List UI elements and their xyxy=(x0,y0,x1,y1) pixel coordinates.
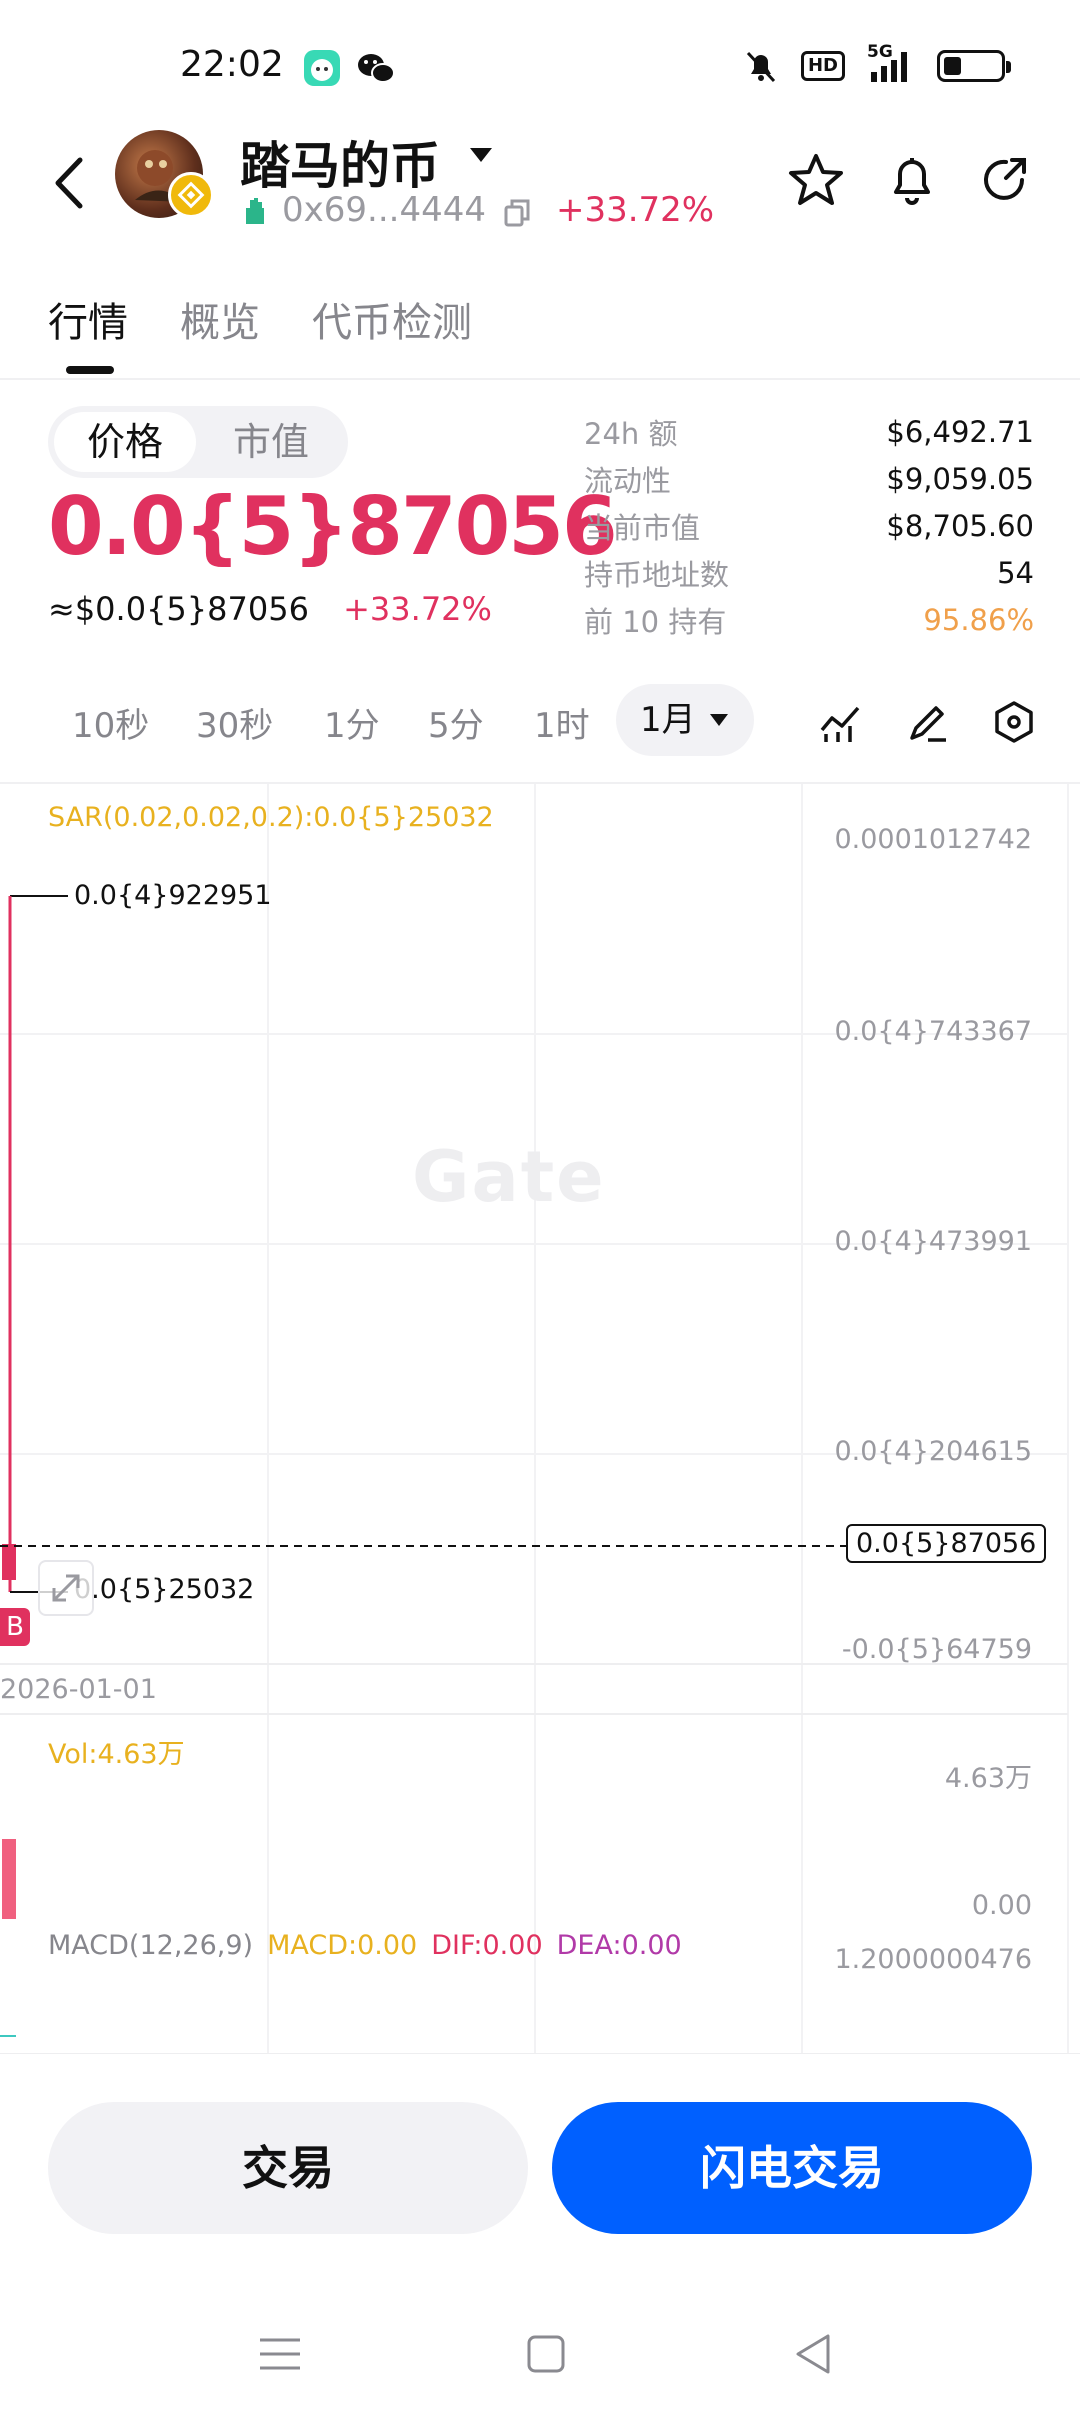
stat-row: 当前市值 $8,705.60 xyxy=(584,502,1034,549)
flash-trade-button[interactable]: 闪电交易 xyxy=(552,2102,1032,2234)
stat-label: 持币地址数 xyxy=(584,557,730,592)
bnb-chain-icon xyxy=(168,172,214,218)
menu-icon[interactable] xyxy=(250,2324,310,2384)
token-change: +33.72% xyxy=(555,190,715,230)
candle-body xyxy=(2,1544,16,1580)
stat-row: 流动性 $9,059.05 xyxy=(584,455,1034,502)
current-price-tag: 0.0{5}87056 xyxy=(846,1524,1047,1563)
status-indicators: HD 5G xyxy=(743,42,1011,84)
y-axis-label: 0.0{4}204615 xyxy=(834,1436,1032,1467)
back-icon[interactable] xyxy=(42,148,98,218)
toggle-market-cap[interactable]: 市值 xyxy=(200,412,342,472)
buy-marker: B xyxy=(0,1608,30,1646)
app-notification-icon xyxy=(304,50,340,86)
macd-legend: MACD(12,26,9) MACD:0.00 DIF:0.00 DEA:0.0… xyxy=(48,1930,682,1961)
macd-title: MACD(12,26,9) xyxy=(48,1930,254,1961)
gate-watermark: Gate xyxy=(412,1136,606,1218)
draw-pen-icon[interactable] xyxy=(906,700,950,744)
interval-selected[interactable]: 1月 xyxy=(616,684,754,756)
stat-label: 当前市值 xyxy=(584,510,701,545)
y-axis-label: 0.0001012742 xyxy=(834,824,1032,855)
stat-value: $9,059.05 xyxy=(886,461,1034,496)
stat-row: 24h 额 $6,492.71 xyxy=(584,408,1034,455)
dif-value: DIF:0.00 xyxy=(431,1930,543,1961)
stat-value: 95.86% xyxy=(923,602,1034,637)
volume-axis-label: 0.00 xyxy=(971,1890,1032,1921)
sar-indicator-label: SAR(0.02,0.02,0.2):0.0{5}25032 xyxy=(48,802,494,833)
interval-10s[interactable]: 10秒 xyxy=(72,698,149,747)
price-change: +33.72% xyxy=(343,590,492,628)
hd-icon: HD xyxy=(800,51,845,81)
stat-value: $6,492.71 xyxy=(886,414,1034,449)
token-subtitle: 0x69...4444 +33.72% xyxy=(240,190,714,230)
macd-axis-label: 1.2000000476 xyxy=(834,1944,1032,1975)
interval-30s[interactable]: 30秒 xyxy=(196,698,273,747)
share-icon[interactable] xyxy=(976,150,1036,210)
interval-1m[interactable]: 1分 xyxy=(324,698,380,747)
current-price: 0.0{5}87056 xyxy=(48,480,618,573)
stat-label: 流动性 xyxy=(584,463,672,498)
copy-icon[interactable] xyxy=(504,196,530,227)
token-name[interactable]: 踏马的币 xyxy=(240,126,440,198)
price-chart[interactable]: Gate SAR(0.02,0.02,0.2):0.0{5}25032 0.00… xyxy=(0,782,1080,2054)
high-price-label: 0.0{4}922951 xyxy=(74,880,272,911)
volume-axis-label: 4.63万 xyxy=(944,1763,1032,1794)
volume-bar xyxy=(2,1839,16,1919)
bell-icon[interactable] xyxy=(882,150,942,210)
back-triangle-icon[interactable] xyxy=(784,2324,844,2384)
settings-hex-icon[interactable] xyxy=(992,700,1036,744)
price-usd: ≈$0.0{5}87056 xyxy=(48,590,309,628)
status-time: 22:02 xyxy=(180,44,284,85)
stat-row: 前 10 持有 95.86% xyxy=(584,596,1034,643)
price-approx-row: ≈$0.0{5}87056 +33.72% xyxy=(48,590,492,628)
caret-down-icon xyxy=(710,714,728,726)
x-axis-date: 2026-01-01 xyxy=(0,1674,157,1705)
main-tabs: 行情 概览 代币检测 xyxy=(0,270,1080,380)
price-mcap-toggle: 价格 市值 xyxy=(48,406,348,478)
tab-indicator xyxy=(66,366,114,374)
status-bar: 22:02 HD 5G xyxy=(0,0,1080,120)
interval-selected-label: 1月 xyxy=(640,700,696,740)
interval-5m[interactable]: 5分 xyxy=(428,698,484,747)
system-nav-bar xyxy=(0,2300,1080,2412)
stat-value: $8,705.60 xyxy=(886,508,1034,543)
y-axis-label: -0.0{5}64759 xyxy=(841,1634,1032,1665)
mute-bell-icon xyxy=(746,51,776,83)
indicator-icon[interactable] xyxy=(818,700,862,744)
y-axis-label: 0.0{4}743367 xyxy=(834,1016,1032,1047)
hand-icon xyxy=(246,198,264,224)
interval-bar: 10秒 30秒 1分 5分 1时 1月 xyxy=(0,684,1080,756)
macd-value: MACD:0.00 xyxy=(267,1930,418,1961)
stat-label: 24h 额 xyxy=(584,416,678,451)
trade-button[interactable]: 交易 xyxy=(48,2102,528,2234)
token-stats: 24h 额 $6,492.71 流动性 $9,059.05 当前市值 $8,70… xyxy=(584,408,1034,643)
tab-token-check[interactable]: 代币检测 xyxy=(312,290,472,348)
volume-label: Vol:4.63万 xyxy=(48,1739,185,1770)
star-icon[interactable] xyxy=(786,150,846,210)
expand-icon[interactable] xyxy=(38,1560,94,1616)
stat-row: 持币地址数 54 xyxy=(584,549,1034,596)
dea-value: DEA:0.00 xyxy=(556,1930,682,1961)
battery-icon xyxy=(937,50,1011,82)
toggle-price[interactable]: 价格 xyxy=(54,412,196,472)
wechat-icon xyxy=(356,50,395,86)
home-square-icon[interactable] xyxy=(516,2324,576,2384)
chevron-down-icon[interactable] xyxy=(470,148,492,162)
y-axis-label: 0.0{4}473991 xyxy=(834,1226,1032,1257)
chart-grid xyxy=(0,784,1080,2054)
low-price-label: 0.0{5}25032 xyxy=(74,1574,255,1605)
stat-value: 54 xyxy=(997,555,1034,590)
stat-label: 前 10 持有 xyxy=(584,604,727,639)
interval-1h[interactable]: 1时 xyxy=(534,698,590,747)
token-header: 踏马的币 0x69...4444 +33.72% xyxy=(0,120,1080,250)
signal-icon: 5G xyxy=(867,42,915,84)
token-address: 0x69...4444 xyxy=(282,190,486,230)
tab-overview[interactable]: 概览 xyxy=(180,290,260,348)
tab-market[interactable]: 行情 xyxy=(48,290,128,348)
